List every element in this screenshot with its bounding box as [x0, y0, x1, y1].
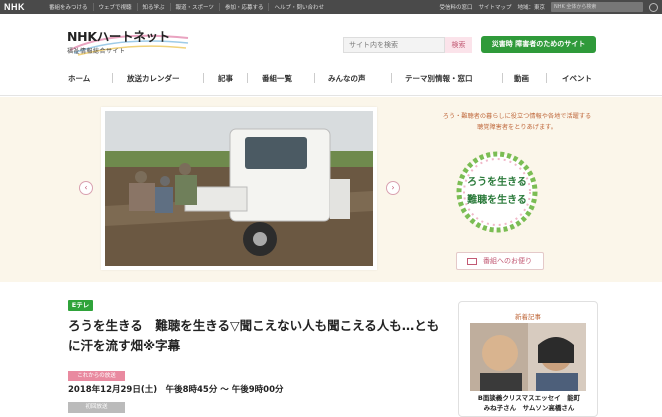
first-broadcast-badge: 初回放送	[68, 402, 125, 413]
svg-text:難聴を生きる: 難聴を生きる	[466, 193, 527, 206]
nav-divider	[391, 73, 392, 83]
global-link-learn[interactable]: 知る学ぶ	[136, 3, 170, 11]
nav-programs[interactable]: 番組一覧	[262, 69, 292, 96]
site-logo[interactable]: NHKハートネット 福祉情報総合サイト	[67, 26, 170, 55]
program-hero: ‹ › ろう・難聴者の暮らしに役立つ情報や各地で活躍する 聴覚障害者をとりあげま…	[0, 97, 662, 282]
description-line: 聴覚障害者をとりあげます。	[477, 124, 557, 131]
new-articles-heading: 新着記事	[515, 313, 541, 321]
nav-articles[interactable]: 記事	[218, 69, 233, 96]
nav-home[interactable]: ホーム	[68, 69, 90, 96]
nav-divider	[112, 73, 113, 83]
nav-divider	[546, 73, 547, 83]
caption-line: B面談義クリスマスエッセイ 能町	[477, 394, 581, 402]
program-title: ろうを生きる 難聴を生きる▽聞こえない人も聞こえる人も…ともに汗を流す畑※字幕	[68, 318, 440, 353]
global-link-watch[interactable]: ウェブで視聴	[92, 3, 137, 11]
nav-events[interactable]: イベント	[562, 69, 592, 96]
site-header: NHKハートネット 福祉情報総合サイト サイト内を検索 検索 災害時 障害者のた…	[0, 14, 662, 69]
main-nav: ホーム 放送カレンダー 記事 番組一覧 みんなの声 テーマ別情報・窓口 動画 イ…	[0, 69, 662, 96]
global-link-find[interactable]: 番組をみつける	[44, 3, 93, 11]
site-search-input[interactable]: サイト内を検索	[343, 37, 445, 53]
caption-line: みね子さん サムソン高橋さん	[483, 404, 575, 412]
mail-icon	[467, 258, 477, 265]
nav-divider	[203, 73, 204, 83]
nav-voices[interactable]: みんなの声	[328, 69, 366, 96]
global-right-links: 受信料の窓口 サイトマップ 地域：東京 NHK 全体から検索	[439, 0, 658, 14]
site-title: NHKハートネット	[67, 29, 170, 44]
nav-divider	[502, 73, 503, 83]
program-logo[interactable]: ろうを生きる 難聴を生きる	[447, 147, 547, 237]
nav-videos[interactable]: 動画	[514, 69, 529, 96]
nhk-logo[interactable]: NHK	[4, 2, 25, 12]
svg-text:ろうを生きる: ろうを生きる	[467, 175, 527, 188]
nav-divider	[247, 73, 248, 83]
article-caption[interactable]: B面談義クリスマスエッセイ 能町 みね子さん サムソン高橋さん	[465, 393, 593, 413]
program-letter-button[interactable]: 番組へのお便り	[456, 252, 544, 270]
global-link-help[interactable]: ヘルプ・問い合わせ	[268, 3, 329, 11]
site-search-button[interactable]: 検索	[445, 37, 472, 53]
global-top-bar: NHK 番組をみつける ウェブで視聴 知る学ぶ 報道・スポーツ 参加・応募する …	[0, 0, 662, 14]
link-sitemap[interactable]: サイトマップ	[478, 3, 511, 11]
region-select[interactable]: 地域：東京	[517, 3, 545, 11]
broadcast-datetime: 2018年12月29日(土) 午後8時45分 ～ 午後9時00分	[68, 385, 284, 395]
new-articles-panel: 新着記事 B面談義クリスマスエッセイ 能町 みね子さん サムソン高橋さん	[458, 301, 598, 417]
site-subtitle: 福祉情報総合サイト	[67, 48, 126, 55]
global-link-news[interactable]: 報道・スポーツ	[169, 3, 219, 11]
program-description: ろう・難聴者の暮らしに役立つ情報や各地で活躍する 聴覚障害者をとりあげます。	[405, 111, 629, 133]
global-search-input[interactable]: NHK 全体から検索	[551, 2, 643, 12]
global-link-participate[interactable]: 参加・応募する	[218, 3, 269, 11]
nav-calendar[interactable]: 放送カレンダー	[127, 69, 180, 96]
channel-badge: Eテレ	[68, 300, 93, 311]
search-icon[interactable]	[649, 2, 658, 12]
hero-photo	[101, 107, 377, 270]
article-thumbnail[interactable]	[470, 323, 586, 391]
carousel-prev-button[interactable]: ‹	[79, 181, 93, 195]
carousel-next-button[interactable]: ›	[386, 181, 400, 195]
global-links: 番組をみつける ウェブで視聴 知る学ぶ 報道・スポーツ 参加・応募する ヘルプ・…	[44, 0, 329, 14]
wreath-logo-icon: ろうを生きる 難聴を生きる	[456, 151, 538, 233]
link-fee[interactable]: 受信料の窓口	[439, 3, 472, 11]
description-line: ろう・難聴者の暮らしに役立つ情報や各地で活躍する	[442, 113, 592, 120]
nav-themes[interactable]: テーマ別情報・窓口	[405, 69, 473, 96]
letter-button-label: 番組へのお便り	[483, 257, 532, 265]
farm-truck-photo	[105, 111, 373, 266]
disaster-site-button[interactable]: 災害時 障害者のためのサイト	[481, 36, 596, 53]
nav-divider	[314, 73, 315, 83]
upcoming-badge: これからの放送	[68, 371, 125, 381]
